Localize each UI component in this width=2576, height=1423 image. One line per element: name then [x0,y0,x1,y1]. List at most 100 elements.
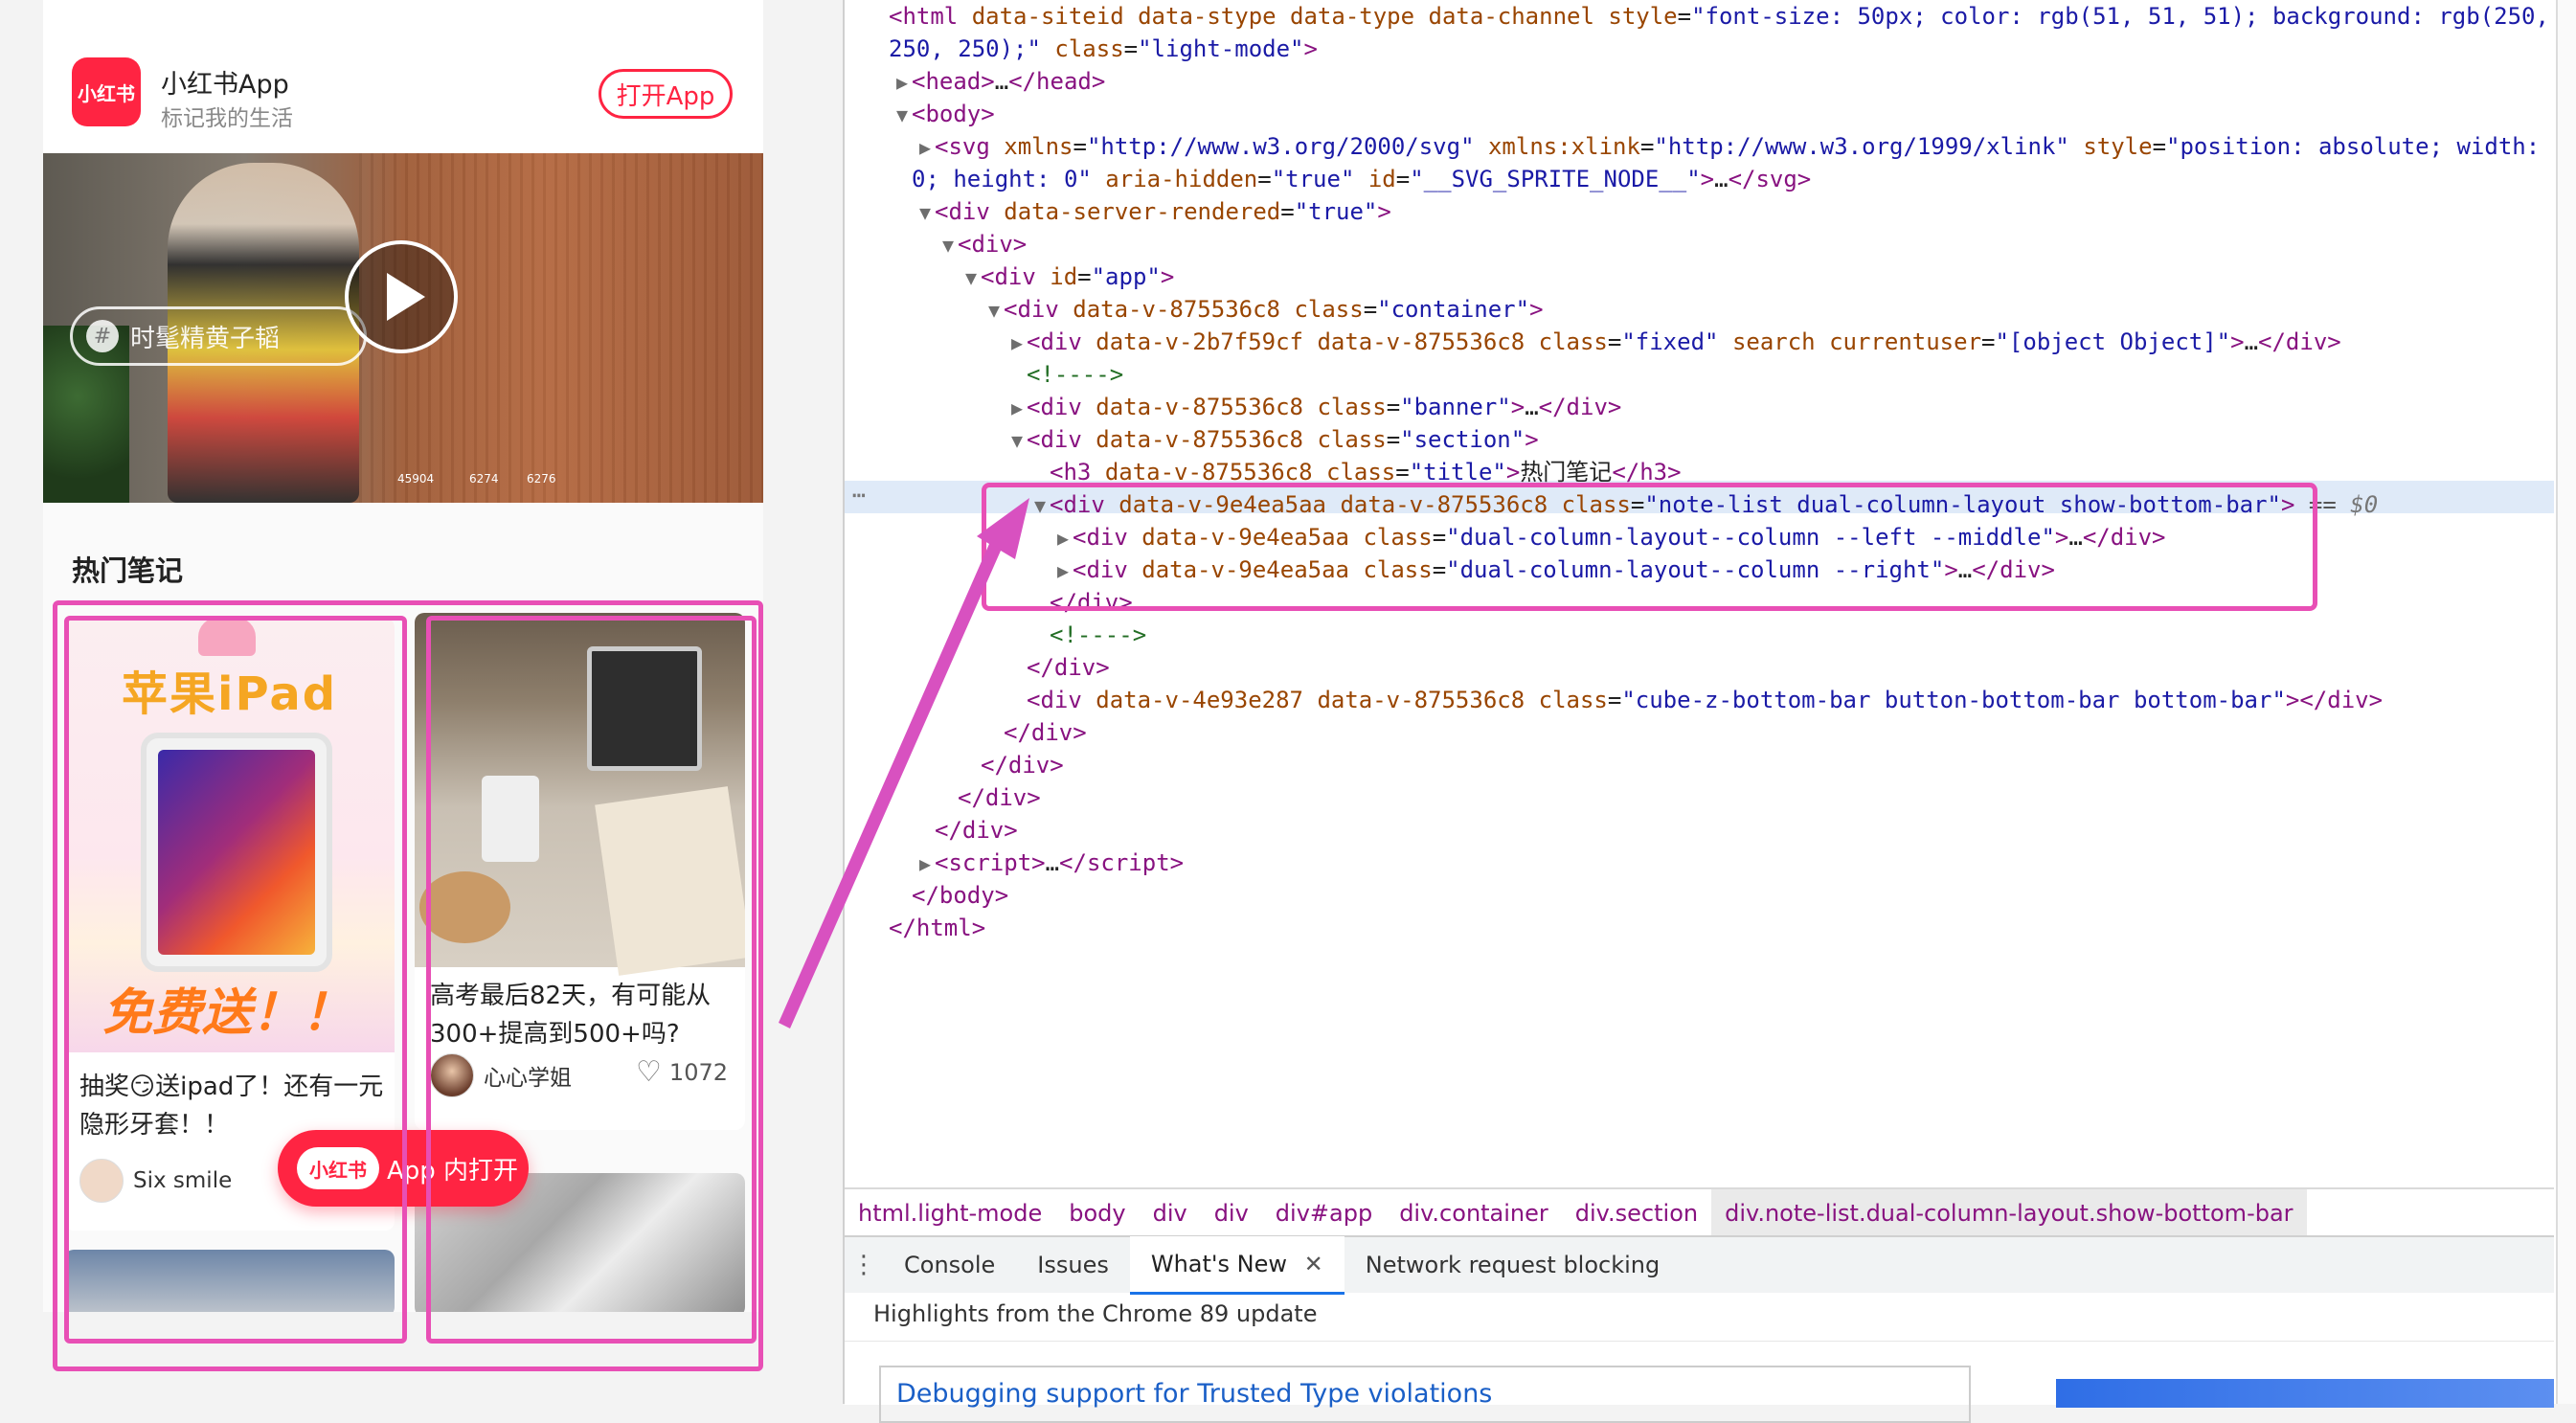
tab-whats-new-label: What's New [1150,1250,1287,1277]
dom-node-line[interactable]: ▶ <div data-v-2b7f59cf data-v-875536c8 cl… [1007,326,2341,358]
dom-node-line[interactable]: </html> [870,912,985,944]
heart-icon: ♡ [636,1055,662,1089]
avatar [430,1053,474,1097]
section-title: 热门笔记 [72,554,184,587]
breadcrumb-item[interactable]: div.section [1562,1189,1711,1237]
dom-node-line[interactable]: ▼ <div id="app"> [961,260,1174,293]
dom-node-text: 250, 250);" class="light-mode"> [889,35,1318,62]
dom-node-text: </div> [1004,719,1087,746]
dom-node-line[interactable]: </body> [893,879,1008,912]
styles-pane-edge[interactable] [2556,0,2576,1404]
dom-node-text: <div data-v-4e93e287 data-v-875536c8 cla… [1027,687,2384,713]
dom-node-line[interactable]: ▶ <head>…</head> [893,65,1105,98]
dom-node-line[interactable]: ▶ <div data-v-875536c8 class="banner">…</… [1007,391,1621,423]
author-name: 心心学姐 [484,1066,572,1091]
breadcrumb-item[interactable]: div#app [1262,1189,1386,1237]
banner-stat: 45904 [397,472,435,486]
app-download-header: 小红书 小红书App 标记我的生活 打开App [43,0,763,154]
dom-node-line[interactable]: </div> [961,749,1064,781]
dom-node-text: <div data-v-875536c8 class="section"> [1027,426,1539,453]
collapse-triangle-icon[interactable]: ▼ [938,229,958,261]
expand-triangle-icon[interactable]: ▶ [915,131,935,164]
drawer-tabs: ⋮ Console Issues What's New ✕ Network re… [845,1235,2554,1295]
note-card[interactable]: 高考最后82天，有可能从300+提高到500+吗? 心心学姐 ♡ 1072 [415,613,745,1130]
dom-node-line[interactable]: ▼ <div data-server-rendered="true"> [915,195,1391,228]
topic-tag-label: 时髦精黄子韬 [130,324,281,353]
dom-node-line[interactable]: </div> [915,814,1018,847]
dom-node-line[interactable]: 0; height: 0" aria-hidden="true" id="__S… [893,163,1811,195]
dom-node-line[interactable]: ▼ <div> [938,228,1027,260]
cover-title-text: 苹果iPad [122,667,338,721]
tab-console[interactable]: Console [883,1237,1016,1293]
devtools-panel: ⋯ <html data-siteid data-stype data-type… [843,0,2576,1423]
expand-triangle-icon[interactable]: ▶ [1007,327,1027,359]
dom-node-text: </html> [889,915,986,941]
breadcrumb-item[interactable]: div.container [1386,1189,1562,1237]
video-banner[interactable]: # 时髦精黄子韬 45904 6274 6276 [43,153,763,503]
dom-node-text: <div data-v-875536c8 class="banner">…</d… [1027,394,1622,420]
collapse-triangle-icon[interactable]: ▼ [915,196,935,229]
dom-node-text: </div> [935,817,1018,844]
app-name: 小红书App [161,70,289,100]
tab-whats-new[interactable]: What's New ✕ [1129,1235,1344,1295]
dom-node-line[interactable]: </div> [984,716,1087,749]
dom-node-text: 0; height: 0" aria-hidden="true" id="__S… [912,166,1812,192]
collapse-triangle-icon[interactable]: ▼ [984,294,1004,327]
open-in-app-label: App 内打开 [387,1156,519,1186]
dom-node-line[interactable]: </div> [1007,651,1110,684]
dom-node-text: <!----> [1027,361,1124,388]
dom-node-line[interactable]: 250, 250);" class="light-mode"> [870,33,1318,65]
dom-node-text: <h3 data-v-875536c8 class="title">热门笔记</… [1050,459,1682,486]
dom-node-line[interactable]: ▼ <div data-v-875536c8 class="section"> [1007,423,1539,456]
breadcrumb-item[interactable]: div [1140,1189,1201,1237]
selected-node-highlight [982,483,2317,611]
note-author[interactable]: Six smile [79,1159,232,1203]
expand-triangle-icon[interactable]: ▶ [1007,392,1027,424]
banner-stat: 6276 [527,472,556,486]
breadcrumb-item[interactable]: div [1201,1189,1262,1237]
breadcrumb-item[interactable]: body [1055,1189,1139,1237]
banner-stat: 6274 [469,472,499,486]
dom-node-line[interactable]: ▼ <div data-v-875536c8 class="container"> [984,293,1544,326]
note-card[interactable] [64,1250,395,1312]
expand-triangle-icon[interactable]: ▶ [893,66,912,99]
note-author[interactable]: 心心学姐 [430,1053,572,1097]
dom-node-line[interactable]: <!----> [1007,358,1123,391]
topic-tag[interactable]: # 时髦精黄子韬 [70,306,367,366]
note-cover-image: 苹果iPad 免费送！！ [64,618,395,1052]
tab-network-request-blocking[interactable]: Network request blocking [1344,1237,1682,1293]
dom-node-text: <div data-v-2b7f59cf data-v-875536c8 cla… [1027,328,2341,355]
dom-node-text: </div> [981,752,1064,779]
dom-node-line[interactable]: ▶ <script>…</script> [915,847,1184,879]
breadcrumb-item[interactable]: html.light-mode [845,1189,1055,1237]
like-count[interactable]: ♡ 1072 [636,1058,728,1087]
tab-issues[interactable]: Issues [1016,1237,1130,1293]
dom-node-line[interactable]: <!----> [1030,619,1146,651]
collapse-triangle-icon[interactable]: ▼ [961,261,981,294]
collapse-triangle-icon[interactable]: ▼ [893,99,912,131]
article-link[interactable]: Debugging support for Trusted Type viola… [879,1366,1971,1423]
dom-node-line[interactable]: </div> [938,781,1041,814]
kebab-menu-icon[interactable]: ⋮ [845,1251,883,1279]
play-button[interactable] [345,240,458,353]
expand-triangle-icon[interactable]: ▶ [915,847,935,880]
xiaohongshu-logo: 小红书 [72,57,141,126]
note-title[interactable]: 高考最后82天，有可能从300+提高到500+吗? [430,977,734,1053]
more-options-icon[interactable]: ⋯ [845,481,873,513]
dom-node-text: </div> [958,784,1041,811]
collapse-triangle-icon[interactable]: ▼ [1007,424,1027,457]
breadcrumb-item[interactable]: div.note-list.dual-column-layout.show-bo… [1711,1189,2307,1237]
breadcrumb: html.light-mode body div div div#app div.cont… [845,1187,2554,1237]
dom-node-text: <!----> [1050,621,1147,648]
close-icon[interactable]: ✕ [1304,1251,1323,1277]
dom-node-line[interactable]: <html data-siteid data-stype data-type d… [870,0,2549,33]
dom-node-line[interactable]: ▼ <body> [893,98,995,130]
hashtag-icon: # [86,320,119,352]
dom-node-line[interactable]: ▶ <svg xmlns="http://www.w3.org/2000/svg"… [915,130,2540,163]
dom-node-text: <script>…</script> [935,849,1185,876]
dom-node-line[interactable]: <div data-v-4e93e287 data-v-875536c8 cla… [1007,684,2383,716]
open-in-app-button[interactable]: 小红书 App 内打开 [278,1130,529,1207]
dom-node-text: <body> [912,101,995,127]
dom-node-text: <svg xmlns="http://www.w3.org/2000/svg" … [935,133,2541,160]
open-app-button[interactable]: 打开App [599,69,733,119]
